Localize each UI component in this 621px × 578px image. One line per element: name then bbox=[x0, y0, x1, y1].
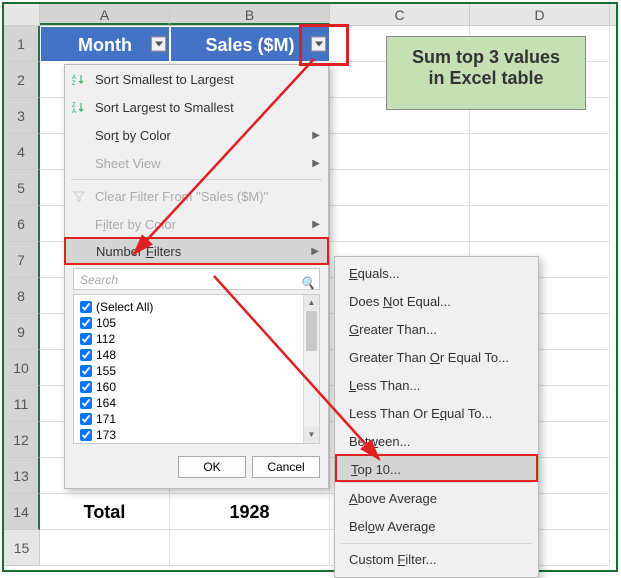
check-item[interactable]: 171 bbox=[78, 411, 315, 427]
sort-asc-icon: AZ bbox=[71, 71, 87, 87]
row-header-7[interactable]: 7 bbox=[4, 242, 40, 278]
filter-greater-eq[interactable]: Greater Than Or Equal To... bbox=[335, 344, 538, 372]
table-header-sales[interactable]: Sales ($M) bbox=[170, 26, 330, 62]
filter-button-month[interactable] bbox=[151, 37, 166, 52]
col-header-D[interactable]: D bbox=[470, 4, 610, 25]
chevron-right-icon: ▶ bbox=[312, 158, 320, 169]
chevron-right-icon: ▶ bbox=[312, 130, 320, 141]
chevron-right-icon: ▶ bbox=[311, 246, 319, 257]
sheet-view: Sheet View▶ bbox=[65, 149, 328, 177]
cancel-button[interactable]: Cancel bbox=[252, 456, 320, 478]
check-item[interactable]: 160 bbox=[78, 379, 315, 395]
number-filters[interactable]: Number Filters▶ bbox=[64, 237, 329, 265]
check-item[interactable]: 112 bbox=[78, 331, 315, 347]
row-header-6[interactable]: 6 bbox=[4, 206, 40, 242]
clear-filter-icon bbox=[71, 188, 87, 204]
row-header-11[interactable]: 11 bbox=[4, 386, 40, 422]
check-item[interactable]: 164 bbox=[78, 395, 315, 411]
check-item[interactable]: 155 bbox=[78, 363, 315, 379]
check-item[interactable]: 173 bbox=[78, 427, 315, 443]
clear-filter: Clear Filter From "Sales ($M)" bbox=[65, 182, 328, 210]
filter-greater[interactable]: Greater Than... bbox=[335, 316, 538, 344]
filter-button-sales[interactable] bbox=[311, 37, 326, 52]
filter-less[interactable]: Less Than... bbox=[335, 372, 538, 400]
svg-text:A: A bbox=[72, 109, 76, 114]
sort-descending[interactable]: ZA Sort Largest to Smallest bbox=[65, 93, 328, 121]
total-label[interactable]: Total bbox=[40, 494, 170, 530]
filter-not-equal[interactable]: Does Not Equal... bbox=[335, 288, 538, 316]
row-header-5[interactable]: 5 bbox=[4, 170, 40, 206]
check-item[interactable]: 105 bbox=[78, 315, 315, 331]
callout-box: Sum top 3 values in Excel table bbox=[386, 36, 586, 110]
row-header-2[interactable]: 2 bbox=[4, 62, 40, 98]
filter-less-eq[interactable]: Less Than Or Equal To... bbox=[335, 400, 538, 428]
number-filters-submenu: Equals... Does Not Equal... Greater Than… bbox=[334, 256, 539, 578]
check-item[interactable]: 148 bbox=[78, 347, 315, 363]
row-header-3[interactable]: 3 bbox=[4, 98, 40, 134]
row-header-15[interactable]: 15 bbox=[4, 530, 40, 566]
search-icon: 🔍 bbox=[300, 272, 315, 294]
table-header-month[interactable]: Month bbox=[40, 26, 170, 62]
row-header-1[interactable]: 1 bbox=[4, 26, 40, 62]
sort-ascending[interactable]: AZ Sort Smallest to Largest bbox=[65, 65, 328, 93]
scroll-up-icon[interactable]: ▲ bbox=[304, 295, 319, 311]
filter-by-color: Filter by Color▶ bbox=[65, 210, 328, 238]
column-headers: A B C D bbox=[4, 4, 616, 26]
row-header-8[interactable]: 8 bbox=[4, 278, 40, 314]
filter-top10[interactable]: Top 10... bbox=[335, 454, 538, 482]
col-header-B[interactable]: B bbox=[170, 4, 330, 25]
row-header-4[interactable]: 4 bbox=[4, 134, 40, 170]
filter-equals[interactable]: Equals... bbox=[335, 260, 538, 288]
scrollbar[interactable]: ▲ ▼ bbox=[303, 295, 319, 443]
sort-by-color[interactable]: Sort by Color▶ bbox=[65, 121, 328, 149]
row-header-14[interactable]: 14 bbox=[4, 494, 40, 530]
filter-custom[interactable]: Custom Filter... bbox=[335, 546, 538, 574]
select-all-corner[interactable] bbox=[4, 4, 40, 25]
total-value[interactable]: 1928 bbox=[170, 494, 330, 530]
scroll-down-icon[interactable]: ▼ bbox=[304, 427, 319, 443]
row-header-12[interactable]: 12 bbox=[4, 422, 40, 458]
sort-desc-icon: ZA bbox=[71, 99, 87, 115]
ok-button[interactable]: OK bbox=[178, 456, 246, 478]
chevron-right-icon: ▶ bbox=[312, 219, 320, 230]
filter-checklist[interactable]: (Select All) 105 112 148 155 160 164 171… bbox=[73, 294, 320, 444]
row-header-9[interactable]: 9 bbox=[4, 314, 40, 350]
col-header-C[interactable]: C bbox=[330, 4, 470, 25]
col-header-A[interactable]: A bbox=[40, 4, 170, 25]
scroll-thumb[interactable] bbox=[306, 311, 317, 351]
filter-above-avg[interactable]: Above Average bbox=[335, 485, 538, 513]
filter-dropdown-menu: AZ Sort Smallest to Largest ZA Sort Larg… bbox=[64, 64, 329, 489]
filter-between[interactable]: Between... bbox=[335, 428, 538, 456]
row-header-10[interactable]: 10 bbox=[4, 350, 40, 386]
row-header-13[interactable]: 13 bbox=[4, 458, 40, 494]
filter-below-avg[interactable]: Below Average bbox=[335, 513, 538, 541]
search-input[interactable]: Search 🔍 bbox=[73, 268, 320, 290]
svg-text:Z: Z bbox=[72, 81, 76, 86]
check-select-all[interactable]: (Select All) bbox=[78, 299, 315, 315]
